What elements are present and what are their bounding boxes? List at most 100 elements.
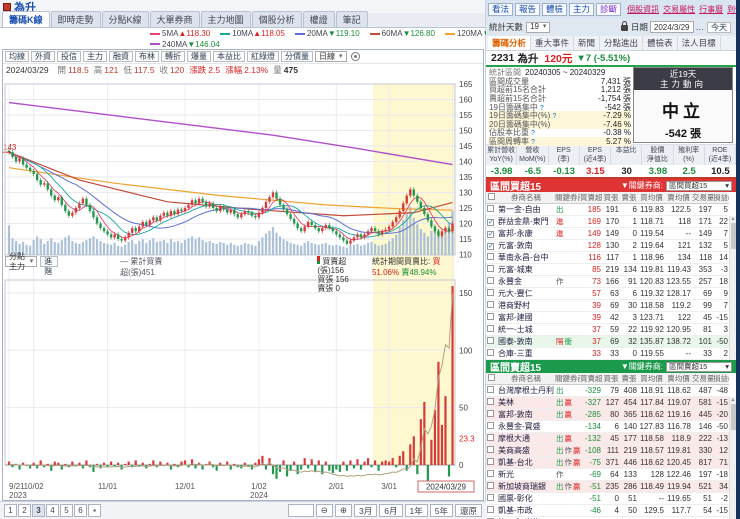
sell-filter-select[interactable]: 區間賣超15 ▾ bbox=[666, 361, 732, 372]
info-tab-3[interactable]: 分點進出 bbox=[600, 36, 644, 50]
page-btn-5[interactable]: 5 bbox=[60, 504, 73, 517]
page-btn-▪[interactable]: ▪ bbox=[88, 504, 101, 517]
toolbar-btn-4[interactable]: 融資 bbox=[109, 51, 133, 62]
top-link-1[interactable]: 交易屬性 bbox=[663, 4, 695, 15]
top-btn-0[interactable]: 看法 bbox=[488, 2, 514, 16]
table-row[interactable]: 港商野村 39 69 30 118.58 119.2 99 7 bbox=[486, 299, 729, 312]
toolbar-btn-6[interactable]: 轉折 bbox=[161, 51, 185, 62]
checkbox-checked[interactable]: ✓ bbox=[487, 231, 494, 238]
checkbox-unchecked[interactable] bbox=[487, 205, 494, 212]
range-btn-0[interactable]: 3月 bbox=[354, 504, 378, 517]
buy-table-scrollbar[interactable]: ▲ bbox=[729, 216, 736, 360]
info-tab-2[interactable]: 新聞 bbox=[574, 36, 601, 50]
checkbox-unchecked[interactable] bbox=[487, 337, 494, 344]
top-btn-1[interactable]: 報告 bbox=[515, 2, 541, 16]
table-row[interactable]: 富邦-敦南 出贏 -285 80 365 118.62 119.16 445 -20 bbox=[486, 408, 729, 421]
table-row[interactable]: 美商高盛 出作贏 -108 111 219 118.57 119.81 330 12 bbox=[486, 444, 729, 457]
table-row[interactable]: 國票-彰化 -51 0 51 -- 119.65 51 -2 bbox=[486, 492, 729, 505]
toolbar-btn-9[interactable]: 紅綠燈 bbox=[247, 51, 279, 62]
zoom-in-icon[interactable]: ⊕ bbox=[334, 504, 353, 517]
table-row[interactable]: 華南永昌-台中 116 117 1 118.96 134 118 14 bbox=[486, 251, 729, 264]
info-tab-5[interactable]: 法人目標 bbox=[678, 36, 721, 50]
chart-tab-4[interactable]: 主力地圖 bbox=[200, 11, 251, 27]
checkbox-unchecked[interactable] bbox=[487, 446, 494, 453]
toolbar-btn-2[interactable]: 投信 bbox=[57, 51, 81, 62]
table-row[interactable]: 第一金-自由出 185 191 6 119.83 122.5 197 5 bbox=[486, 203, 729, 216]
checkbox-unchecked[interactable] bbox=[487, 482, 494, 489]
date-more-button[interactable]: … bbox=[696, 22, 705, 32]
page-btn-4[interactable]: 4 bbox=[46, 504, 59, 517]
toolbar-btn-5[interactable]: 布林 bbox=[135, 51, 159, 62]
table-row[interactable]: 元大-豐仁 57 63 6 119.32 128.17 69 9 bbox=[486, 287, 729, 300]
checkbox-unchecked[interactable] bbox=[487, 325, 494, 332]
reset-range-button[interactable]: 還原 bbox=[454, 504, 482, 517]
select-all-header[interactable] bbox=[486, 192, 497, 204]
checkbox-unchecked[interactable] bbox=[487, 277, 494, 284]
table-row[interactable]: 台灣摩根士丹利出 -329 79 408 118.91 118.62 487 -48 bbox=[486, 384, 729, 397]
table-row[interactable]: 元富-城東 85 219 134 119.81 119.43 353 -3 bbox=[486, 263, 729, 276]
table-row[interactable]: 國泰-敦南 隔衝 37 69 32 135.87 138.72 101 -50 bbox=[486, 335, 729, 348]
checkbox-unchecked[interactable] bbox=[487, 410, 494, 417]
checkbox-unchecked[interactable] bbox=[487, 265, 494, 272]
date-input[interactable]: 2024/3/29 bbox=[649, 21, 694, 33]
table-row[interactable]: 永豐金-寶盛 -134 6 140 127.83 116.78 146 -50 bbox=[486, 420, 729, 433]
period-select[interactable]: 日線 ▾ bbox=[315, 51, 347, 62]
candlestick-chart[interactable]: 1651601551501451401351301251201151101431… bbox=[3, 76, 483, 500]
chart-tab-1[interactable]: 即時走勢 bbox=[50, 11, 101, 27]
checkbox-unchecked[interactable] bbox=[487, 434, 494, 441]
table-row[interactable]: 富邦-建國 39 42 3 123.71 122 45 -15 bbox=[486, 311, 729, 324]
checkbox-unchecked[interactable] bbox=[487, 398, 494, 405]
checkbox-unchecked[interactable] bbox=[487, 506, 494, 513]
toolbar-btn-3[interactable]: 主力 bbox=[83, 51, 107, 62]
buy-filter-select[interactable]: 區間買超15 ▾ bbox=[666, 180, 732, 191]
checkbox-unchecked[interactable] bbox=[487, 253, 494, 260]
table-row[interactable]: 永豐金作 73 166 91 120.83 123.55 257 18 bbox=[486, 275, 729, 288]
top-link-2[interactable]: 行事曆 bbox=[699, 4, 723, 15]
page-btn-6[interactable]: 6 bbox=[74, 504, 87, 517]
top-link-0[interactable]: 個股資訊 bbox=[627, 4, 659, 15]
range-btn-3[interactable]: 5年 bbox=[429, 504, 453, 517]
checkbox-unchecked[interactable] bbox=[487, 494, 494, 501]
gear-icon[interactable] bbox=[350, 52, 360, 61]
table-row[interactable]: 新加坡商瑞銀 出作贏 -51 235 286 118.49 119.94 521 34 bbox=[486, 480, 729, 493]
help-icon[interactable]: ? bbox=[531, 139, 535, 146]
table-row[interactable]: 凱基-市政 -46 4 50 129.5 117.7 54 -15 bbox=[486, 504, 729, 517]
today-button[interactable]: 今天 bbox=[707, 21, 731, 33]
toolbar-btn-8[interactable]: 本益比 bbox=[213, 51, 245, 62]
table-row[interactable]: ✓ 富邦-永康進 149 149 0 119.54 -- 149 7 bbox=[486, 227, 729, 240]
top-btn-2[interactable]: 體檢 bbox=[542, 2, 568, 16]
checkbox-unchecked[interactable] bbox=[487, 313, 494, 320]
chart-tab-3[interactable]: 大單券商 bbox=[149, 11, 200, 27]
scroll-thumb[interactable] bbox=[730, 404, 736, 430]
info-tab-1[interactable]: 重大事件 bbox=[531, 36, 575, 50]
page-btn-3[interactable]: 3 bbox=[32, 504, 45, 517]
chart-tab-7[interactable]: 筆記 bbox=[335, 11, 368, 27]
toolbar-btn-1[interactable]: 外資 bbox=[31, 51, 55, 62]
top-btn-4[interactable]: 診斷 bbox=[596, 2, 622, 16]
toolbar-btn-0[interactable]: 均線 bbox=[5, 51, 29, 62]
zoom-out-icon[interactable]: ⊖ bbox=[315, 504, 333, 517]
info-tab-0[interactable]: 籌碼分析 bbox=[488, 36, 532, 50]
checkbox-unchecked[interactable] bbox=[487, 422, 494, 429]
toolbar-btn-10[interactable]: 分價量 bbox=[281, 51, 313, 62]
checkbox-unchecked[interactable] bbox=[487, 289, 494, 296]
checkbox-checked[interactable]: ✓ bbox=[487, 243, 494, 250]
chart-tab-2[interactable]: 分點K線 bbox=[101, 11, 149, 27]
checkbox-unchecked[interactable] bbox=[487, 386, 494, 393]
checkbox-checked[interactable]: ✓ bbox=[487, 219, 494, 226]
checkbox-unchecked[interactable] bbox=[487, 458, 494, 465]
page-btn-2[interactable]: 2 bbox=[18, 504, 31, 517]
checkbox-icon[interactable] bbox=[488, 374, 495, 381]
range-input[interactable] bbox=[287, 504, 314, 517]
table-row[interactable]: 新光作 -69 64 133 128 122.46 197 -18 bbox=[486, 468, 729, 481]
table-row[interactable]: 凱基-台北 出作贏 -75 371 446 118.62 120.45 817 71 bbox=[486, 456, 729, 469]
table-row[interactable]: 合庫-三重 33 33 0 119.55 -- 33 2 bbox=[486, 347, 729, 360]
table-row[interactable]: 美林 出贏 -327 127 454 117.84 119.07 581 -15 bbox=[486, 396, 729, 409]
sell-table-scrollbar[interactable]: ▲ bbox=[729, 397, 736, 519]
table-row[interactable]: 摩根大通 出贏 -132 45 177 118.58 118.9 222 -13 bbox=[486, 432, 729, 445]
checkbox-unchecked[interactable] bbox=[487, 470, 494, 477]
page-btn-1[interactable]: 1 bbox=[4, 504, 17, 517]
table-row[interactable]: ✓ 元富-敦南 128 130 2 119.64 121 132 5 bbox=[486, 239, 729, 252]
select-all-header[interactable] bbox=[486, 373, 497, 385]
stat-days-select[interactable]: 19 ▾ bbox=[526, 21, 551, 33]
